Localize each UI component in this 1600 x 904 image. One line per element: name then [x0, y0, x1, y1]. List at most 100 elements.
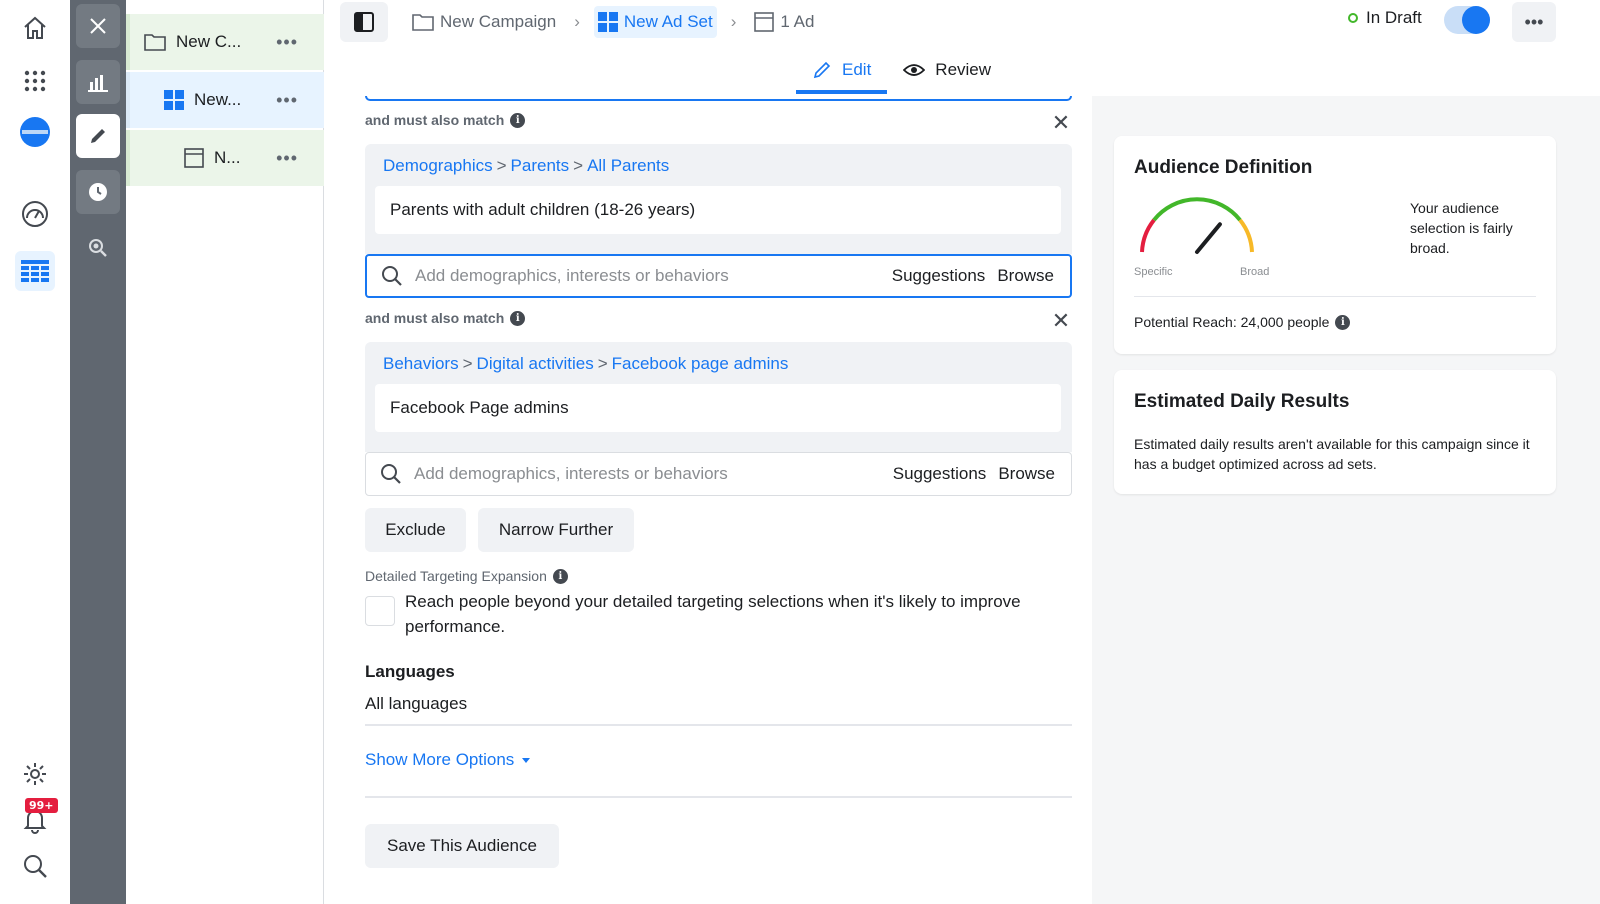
remove-group-close-icon[interactable]: ✕ [1050, 310, 1072, 332]
path-separator: > [496, 156, 507, 175]
settings-gear-icon[interactable] [15, 754, 55, 794]
more-options-icon[interactable]: ••• [276, 90, 298, 111]
more-options-icon[interactable]: ••• [276, 32, 298, 53]
search-icon[interactable] [15, 846, 55, 886]
pencil-icon [813, 61, 831, 79]
dashboard-gauge-icon[interactable] [15, 194, 55, 234]
ad-icon [184, 148, 204, 168]
search-icon [381, 464, 401, 484]
breadcrumb-ad[interactable]: 1 Ad [750, 6, 818, 38]
ads-manager-table-icon[interactable] [15, 251, 55, 291]
audience-description: Your audience selection is fairly broad. [1410, 200, 1513, 256]
folder-icon [144, 34, 166, 51]
path-segment[interactable]: Facebook page admins [612, 354, 789, 373]
search-icon [382, 266, 402, 286]
breadcrumb-campaign-label: New Campaign [440, 12, 557, 31]
breadcrumb: New Campaign › New Ad Set › 1 Ad [408, 6, 818, 38]
info-icon[interactable]: i [510, 310, 526, 326]
notifications-bell-icon[interactable]: 99+ [15, 798, 58, 840]
status-label: In Draft [1366, 8, 1422, 27]
estimated-daily-results-card: Estimated Daily Results Estimated daily … [1114, 370, 1556, 494]
save-audience-button[interactable]: Save This Audience [365, 824, 559, 868]
show-more-options-link[interactable]: Show More Options [365, 750, 531, 770]
path-separator: > [597, 354, 608, 373]
info-icon[interactable]: i [1335, 314, 1351, 330]
gauge-specific-label: Specific [1134, 266, 1173, 278]
languages-title: Languages [365, 662, 455, 681]
potential-reach-text: Potential Reach: 24,000 people [1134, 314, 1330, 330]
info-icon[interactable]: i [552, 568, 568, 584]
path-segment[interactable]: Digital activities [477, 354, 594, 373]
gauge-broad-label: Broad [1240, 266, 1270, 278]
breadcrumb-ad-label: 1 Ad [780, 12, 815, 31]
grid-icon [164, 90, 184, 110]
path-segment[interactable]: Parents [511, 156, 570, 175]
targeting-search-box: Suggestions Browse [365, 452, 1072, 496]
match-label: and must also match i [365, 310, 526, 326]
draft-status: In Draft [1348, 8, 1422, 28]
tab-edit[interactable]: Edit [796, 50, 888, 94]
chevron-right-icon: › [730, 12, 737, 31]
suggestions-link[interactable]: Suggestions [893, 464, 987, 484]
home-icon[interactable] [15, 8, 55, 48]
estimated-results-text: Estimated daily results aren't available… [1134, 436, 1530, 472]
tab-edit-label: Edit [842, 60, 872, 79]
remove-group-close-icon[interactable]: ✕ [1050, 112, 1072, 134]
path-segment[interactable]: All Parents [587, 156, 669, 175]
expansion-checkbox[interactable] [365, 596, 395, 626]
edit-pencil-icon[interactable] [76, 114, 120, 158]
search-actions: Suggestions Browse [893, 464, 1055, 484]
languages-field[interactable]: All languages [365, 694, 467, 714]
adset-on-off-toggle[interactable] [1444, 6, 1490, 34]
previous-input-border [365, 96, 1072, 101]
tree-item-campaign[interactable]: New C... ••• [126, 14, 324, 70]
expansion-label-text: Detailed Targeting Expansion [365, 568, 547, 584]
more-options-icon[interactable]: ••• [276, 148, 298, 169]
divider [365, 724, 1072, 726]
tab-review[interactable]: Review [887, 50, 1007, 90]
apps-grid-icon[interactable] [15, 61, 55, 101]
browse-link[interactable]: Browse [998, 464, 1055, 484]
match-label-text: and must also match [365, 310, 505, 326]
tab-review-label: Review [935, 60, 992, 79]
reporting-chart-icon[interactable] [76, 60, 120, 104]
edit-review-tabs: Edit Review [796, 50, 1007, 94]
path-separator: > [462, 354, 473, 373]
breadcrumb-campaign[interactable]: New Campaign [408, 6, 560, 38]
tree-item-label: N... [214, 148, 241, 167]
tree-item-label: New... [194, 90, 242, 109]
expansion-label: Detailed Targeting Expansion i [365, 568, 568, 584]
search-actions: Suggestions Browse [892, 266, 1054, 286]
toggle-panel-button[interactable] [340, 2, 388, 42]
divider [1134, 296, 1536, 297]
targeting-chip[interactable]: Parents with adult children (18-26 years… [375, 186, 1061, 234]
targeting-search-input[interactable] [414, 464, 864, 484]
narrow-further-button[interactable]: Narrow Further [478, 508, 634, 552]
app-rail: 99+ [0, 0, 70, 904]
suggestions-link[interactable]: Suggestions [892, 266, 986, 286]
more-actions-button[interactable]: ••• [1512, 2, 1556, 42]
campaign-tree: New C... ••• New... ••• N... ••• [126, 0, 324, 904]
targeting-search-input[interactable] [415, 266, 865, 286]
tree-item-adset[interactable]: New... ••• [126, 72, 324, 128]
targeting-chip[interactable]: Facebook Page admins [375, 384, 1061, 432]
targeting-path: Behaviors > Digital activities > Facebook pa… [383, 354, 788, 374]
breadcrumb-adset[interactable]: New Ad Set [593, 6, 717, 38]
grid-icon [597, 12, 618, 32]
notification-count-badge: 99+ [25, 798, 58, 813]
account-avatar-icon[interactable] [15, 112, 55, 152]
breadcrumb-adset-label: New Ad Set [623, 12, 713, 31]
browse-link[interactable]: Browse [997, 266, 1054, 286]
top-bar: New Campaign › New Ad Set › 1 Ad In Draf… [324, 0, 1600, 96]
tree-item-label: New C... [176, 32, 242, 51]
chevron-right-icon: › [574, 12, 580, 31]
search-zoom-icon[interactable] [76, 226, 120, 270]
info-icon[interactable]: i [510, 112, 526, 128]
path-segment[interactable]: Demographics [383, 156, 493, 175]
path-segment[interactable]: Behaviors [383, 354, 459, 373]
history-clock-icon[interactable] [76, 170, 120, 214]
close-panel-button[interactable] [76, 4, 120, 48]
show-more-label: Show More Options [365, 750, 515, 769]
tree-item-ad[interactable]: N... ••• [126, 130, 324, 186]
exclude-button[interactable]: Exclude [365, 508, 466, 552]
